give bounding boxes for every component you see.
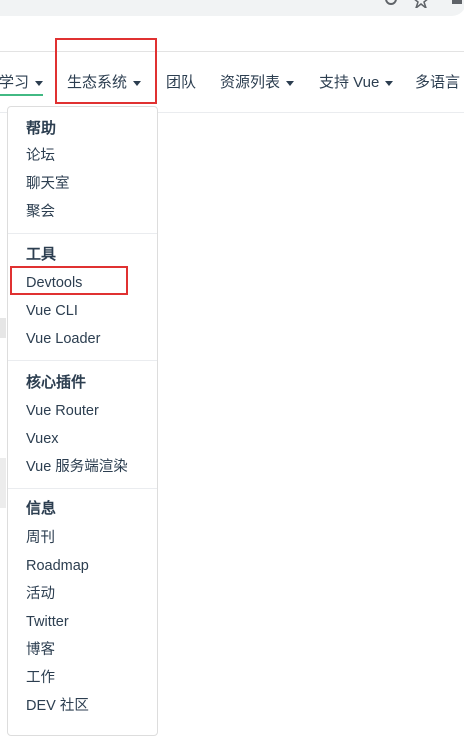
dropdown-divider [8, 488, 157, 489]
dropdown-group-title-core-plugins: 核心插件 [26, 374, 87, 391]
caret-down-icon [385, 80, 394, 86]
dropdown-link-events[interactable]: 活动 [26, 584, 55, 604]
dropdown-divider [8, 360, 157, 361]
dropdown-link-jobs[interactable]: 工作 [26, 668, 55, 688]
star-icon[interactable] [413, 0, 429, 10]
nav-item-languages[interactable]: 多语言 [415, 72, 460, 94]
ecosystem-dropdown: 帮助 论坛 聊天室 聚会 工具 Devtools Vue CLI Vue Loa… [7, 106, 158, 736]
page-fragment [0, 318, 6, 338]
dropdown-link-dev-community[interactable]: DEV 社区 [26, 696, 89, 716]
nav-item-label: 团队 [166, 74, 197, 91]
dropdown-link-devtools[interactable]: Devtools [26, 273, 82, 293]
dropdown-group-title-news: 信息 [26, 500, 57, 517]
dropdown-link-blog[interactable]: 博客 [26, 640, 55, 660]
caret-down-icon [133, 80, 142, 86]
nav-item-resources[interactable]: 资源列表 [220, 72, 295, 94]
dropdown-group-title-tools: 工具 [26, 246, 57, 263]
nav-item-label: 资源列表 [220, 74, 281, 91]
page-fragment [0, 458, 6, 508]
dropdown-divider [8, 233, 157, 234]
nav-item-support-vue[interactable]: 支持 Vue [319, 72, 394, 94]
dropdown-link-meetups[interactable]: 聚会 [26, 202, 55, 222]
dropdown-link-forum[interactable]: 论坛 [26, 146, 55, 166]
nav-item-label: 多语言 [415, 74, 461, 91]
dropdown-link-weekly[interactable]: 周刊 [26, 528, 55, 548]
dropdown-link-vue-cli[interactable]: Vue CLI [26, 301, 78, 321]
key-icon[interactable] [383, 0, 399, 10]
dropdown-link-vue-loader[interactable]: Vue Loader [26, 329, 100, 349]
nav-item-label: 学习 [0, 74, 30, 91]
puzzle-icon[interactable] [452, 0, 464, 10]
dropdown-link-twitter[interactable]: Twitter [26, 612, 69, 632]
nav-item-ecosystem[interactable]: 生态系统 [67, 72, 142, 94]
browser-toolbar [0, 0, 464, 52]
nav-item-team[interactable]: 团队 [166, 72, 196, 94]
caret-down-icon [286, 80, 295, 86]
caret-down-icon [35, 80, 44, 86]
dropdown-link-vue-ssr[interactable]: Vue 服务端渲染 [26, 457, 128, 477]
dropdown-link-chat[interactable]: 聊天室 [26, 174, 70, 194]
dropdown-group-title-help: 帮助 [26, 120, 57, 137]
dropdown-link-roadmap[interactable]: Roadmap [26, 556, 89, 576]
dropdown-link-vue-router[interactable]: Vue Router [26, 401, 99, 421]
nav-item-label: 支持 Vue [319, 74, 380, 91]
nav-item-label: 生态系统 [67, 74, 128, 91]
dropdown-link-vuex[interactable]: Vuex [26, 429, 59, 449]
top-navbar: 学习 生态系统 团队 资源列表 支持 Vue 多语言 [0, 52, 464, 113]
nav-item-learn[interactable]: 学习 [0, 72, 44, 96]
